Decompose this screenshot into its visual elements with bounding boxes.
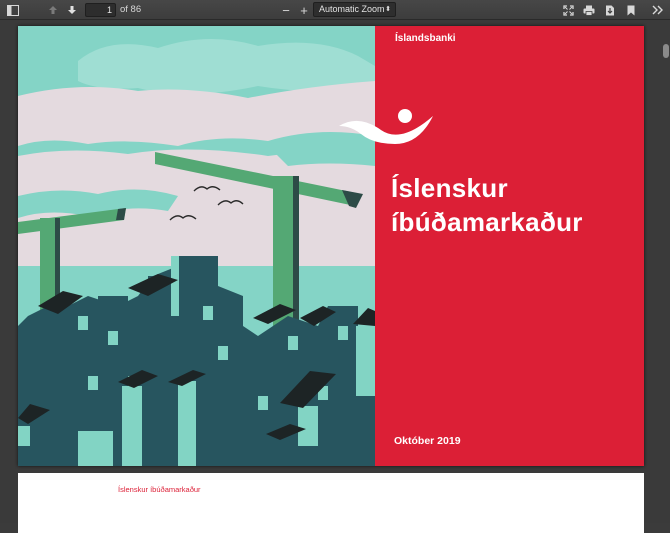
chevron-updown-icon: ⬍ bbox=[385, 6, 391, 13]
sidebar-toggle-icon bbox=[7, 4, 19, 16]
page-count-label: of 86 bbox=[120, 4, 142, 15]
tools-icon bbox=[652, 5, 663, 15]
download-icon bbox=[606, 5, 614, 15]
previous-page-button[interactable] bbox=[46, 2, 60, 18]
pdf-page-1: Íslandsbanki Íslenskur íbúðamarkaður Okt… bbox=[18, 26, 644, 466]
zoom-in-button[interactable]: + bbox=[297, 2, 311, 18]
city-skyline-illustration bbox=[18, 26, 375, 466]
bookmark-icon bbox=[627, 5, 635, 15]
zoom-out-icon: − bbox=[282, 2, 290, 18]
presentation-mode-icon bbox=[562, 4, 574, 16]
cover-red-panel: Íslandsbanki Íslenskur íbúðamarkaður Okt… bbox=[339, 26, 644, 466]
page-header-title: Íslenskur íbúðamarkaður bbox=[118, 485, 201, 494]
bookmark-button[interactable] bbox=[624, 2, 638, 18]
next-page-icon bbox=[68, 6, 76, 14]
zoom-in-icon: + bbox=[300, 2, 308, 18]
zoom-out-button[interactable]: − bbox=[279, 2, 293, 18]
download-button[interactable] bbox=[603, 2, 617, 18]
islandsbanki-logo-icon bbox=[339, 109, 433, 144]
next-page-button[interactable] bbox=[65, 2, 79, 18]
previous-page-icon bbox=[49, 6, 57, 14]
zoom-select[interactable]: Automatic Zoom ⬍ bbox=[313, 2, 396, 17]
pdf-toolbar: of 86 − + Automatic Zoom ⬍ bbox=[0, 0, 670, 20]
cover-illustration bbox=[18, 26, 375, 466]
print-icon bbox=[583, 5, 595, 16]
sidebar-toggle-button[interactable] bbox=[6, 2, 20, 18]
cover-title-line2: íbúðamarkaður bbox=[391, 207, 583, 237]
zoom-select-value: Automatic Zoom bbox=[319, 4, 385, 14]
vertical-scrollbar[interactable] bbox=[661, 20, 670, 523]
cover-date: Október 2019 bbox=[394, 435, 461, 447]
page-number-input[interactable] bbox=[85, 3, 116, 17]
tools-button[interactable] bbox=[650, 2, 664, 18]
brand-name: Íslandsbanki bbox=[395, 33, 456, 44]
presentation-mode-button[interactable] bbox=[561, 2, 575, 18]
cover-title: Íslenskur íbúðamarkaður bbox=[391, 171, 583, 239]
print-button[interactable] bbox=[582, 2, 596, 18]
scrollbar-thumb[interactable] bbox=[663, 44, 669, 58]
pdf-page-2: Íslenskur íbúðamarkaður bbox=[18, 473, 644, 533]
cover-title-line1: Íslenskur bbox=[391, 173, 508, 203]
